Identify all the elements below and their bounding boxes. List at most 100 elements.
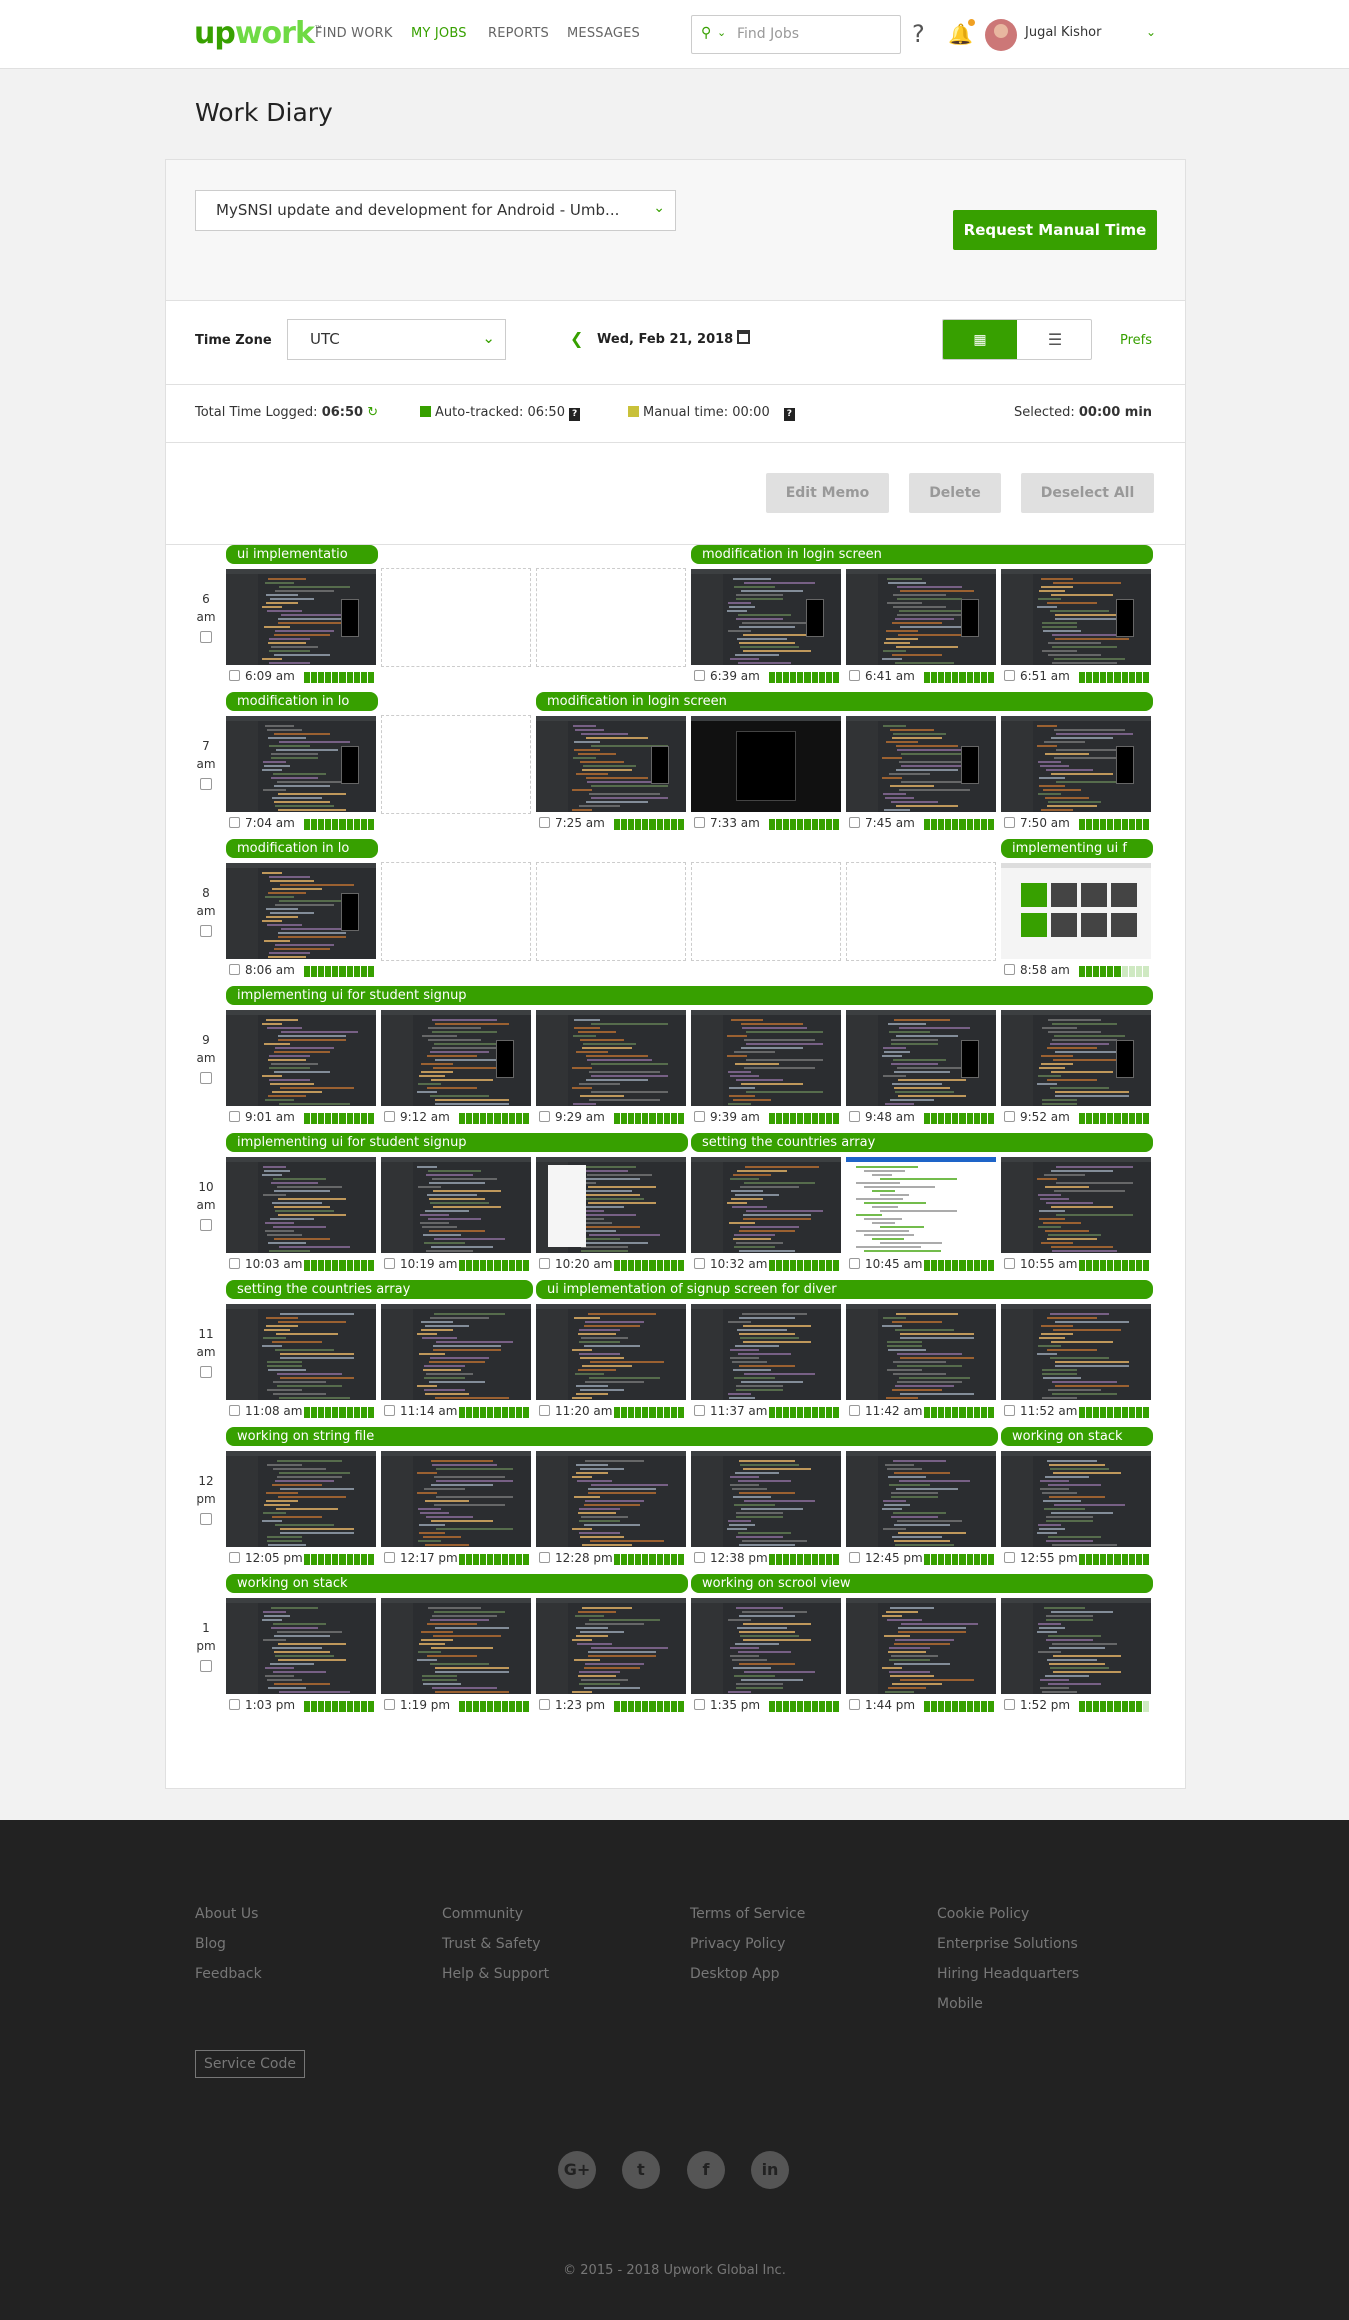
help-icon[interactable]: ?: [912, 20, 925, 48]
screenshot-checkbox[interactable]: [849, 1111, 860, 1122]
screenshot-checkbox[interactable]: [229, 1699, 240, 1710]
memo-label[interactable]: implementing ui for student signup: [226, 986, 1153, 1005]
screenshot-checkbox[interactable]: [539, 1552, 550, 1563]
screenshot-checkbox[interactable]: [849, 670, 860, 681]
memo-label[interactable]: implementing ui for student signup: [226, 1133, 688, 1152]
screenshot-thumbnail[interactable]: [846, 1010, 996, 1106]
memo-label[interactable]: modification in lo: [226, 692, 378, 711]
footer-link[interactable]: Desktop App: [690, 1966, 805, 1983]
screenshot-thumbnail[interactable]: [846, 569, 996, 665]
screenshot-thumbnail[interactable]: [846, 716, 996, 812]
memo-label[interactable]: ui implementatio: [226, 545, 378, 564]
screenshot-checkbox[interactable]: [1004, 817, 1015, 828]
deselect-all-button[interactable]: Deselect All: [1021, 473, 1154, 513]
footer-link[interactable]: Blog: [195, 1936, 262, 1953]
search-box[interactable]: ⚲ ⌄ Find Jobs: [691, 15, 901, 54]
screenshot-thumbnail[interactable]: [536, 1304, 686, 1400]
screenshot-checkbox[interactable]: [1004, 1405, 1015, 1416]
screenshot-thumbnail[interactable]: [226, 1157, 376, 1253]
screenshot-checkbox[interactable]: [229, 1552, 240, 1563]
footer-link[interactable]: Terms of Service: [690, 1906, 805, 1923]
screenshot-thumbnail[interactable]: [536, 1598, 686, 1694]
footer-link[interactable]: Feedback: [195, 1966, 262, 1983]
screenshot-checkbox[interactable]: [849, 1405, 860, 1416]
screenshot-thumbnail[interactable]: [1001, 1010, 1151, 1106]
screenshot-checkbox[interactable]: [539, 817, 550, 828]
screenshot-thumbnail[interactable]: [846, 1598, 996, 1694]
screenshot-checkbox[interactable]: [694, 670, 705, 681]
screenshot-checkbox[interactable]: [1004, 1111, 1015, 1122]
screenshot-checkbox[interactable]: [384, 1258, 395, 1269]
search-icon[interactable]: ⚲: [701, 25, 711, 41]
screenshot-thumbnail[interactable]: [691, 1598, 841, 1694]
screenshot-thumbnail[interactable]: [381, 1157, 531, 1253]
screenshot-checkbox[interactable]: [694, 817, 705, 828]
screenshot-checkbox[interactable]: [229, 817, 240, 828]
delete-button[interactable]: Delete: [909, 473, 1001, 513]
screenshot-thumbnail[interactable]: [536, 716, 686, 812]
footer-link[interactable]: Cookie Policy: [937, 1906, 1079, 1923]
footer-link[interactable]: Mobile: [937, 1996, 1079, 2013]
calendar-icon[interactable]: [737, 330, 750, 344]
screenshot-checkbox[interactable]: [229, 1405, 240, 1416]
screenshot-thumbnail[interactable]: [536, 1010, 686, 1106]
screenshot-checkbox[interactable]: [384, 1699, 395, 1710]
screenshot-checkbox[interactable]: [849, 1258, 860, 1269]
search-input[interactable]: Find Jobs: [737, 26, 799, 42]
footer-link[interactable]: Hiring Headquarters: [937, 1966, 1079, 1983]
screenshot-checkbox[interactable]: [384, 1552, 395, 1563]
nav-find-work[interactable]: FIND WORK: [315, 26, 393, 41]
screenshot-checkbox[interactable]: [1004, 964, 1015, 975]
user-menu-chevron-icon[interactable]: ⌄: [1146, 25, 1156, 39]
user-name[interactable]: Jugal Kishor: [1025, 25, 1101, 40]
footer-link[interactable]: Community: [442, 1906, 549, 1923]
screenshot-checkbox[interactable]: [539, 1405, 550, 1416]
screenshot-checkbox[interactable]: [229, 964, 240, 975]
memo-label[interactable]: working on string file: [226, 1427, 998, 1446]
memo-label[interactable]: modification in lo: [226, 839, 378, 858]
help-icon[interactable]: ?: [569, 408, 581, 421]
screenshot-checkbox[interactable]: [384, 1405, 395, 1416]
list-view-icon[interactable]: ☰: [1017, 320, 1091, 359]
screenshot-checkbox[interactable]: [539, 1258, 550, 1269]
screenshot-thumbnail[interactable]: [381, 1598, 531, 1694]
screenshot-thumbnail[interactable]: [1001, 716, 1151, 812]
screenshot-thumbnail[interactable]: [226, 716, 376, 812]
upwork-logo[interactable]: upwork™: [194, 16, 323, 51]
screenshot-thumbnail[interactable]: [381, 1010, 531, 1106]
footer-link[interactable]: Privacy Policy: [690, 1936, 805, 1953]
screenshot-thumbnail[interactable]: [1001, 569, 1151, 665]
screenshot-checkbox[interactable]: [694, 1258, 705, 1269]
screenshot-thumbnail[interactable]: [691, 1451, 841, 1547]
screenshot-thumbnail[interactable]: [846, 1157, 996, 1253]
screenshot-checkbox[interactable]: [229, 1111, 240, 1122]
screenshot-thumbnail[interactable]: [226, 863, 376, 959]
facebook-icon[interactable]: f: [687, 2151, 725, 2189]
memo-label[interactable]: modification in login screen: [691, 545, 1153, 564]
grid-view-icon[interactable]: ▦: [943, 320, 1017, 359]
screenshot-thumbnail[interactable]: [1001, 1304, 1151, 1400]
screenshot-thumbnail[interactable]: [1001, 1451, 1151, 1547]
memo-label[interactable]: working on stack: [1001, 1427, 1153, 1446]
screenshot-thumbnail[interactable]: [846, 1304, 996, 1400]
timezone-select[interactable]: UTC ⌄: [287, 319, 506, 360]
hour-checkbox[interactable]: [200, 925, 212, 937]
memo-label[interactable]: ui implementation of signup screen for d…: [536, 1280, 1153, 1299]
screenshot-checkbox[interactable]: [694, 1699, 705, 1710]
request-manual-time-button[interactable]: Request Manual Time: [953, 210, 1157, 250]
screenshot-thumbnail[interactable]: [226, 1010, 376, 1106]
hour-checkbox[interactable]: [200, 778, 212, 790]
hour-checkbox[interactable]: [200, 1366, 212, 1378]
screenshot-thumbnail[interactable]: [381, 1451, 531, 1547]
screenshot-thumbnail[interactable]: [536, 1157, 686, 1253]
memo-label[interactable]: working on scrool view: [691, 1574, 1153, 1593]
avatar[interactable]: [985, 19, 1017, 51]
help-icon[interactable]: ?: [783, 408, 795, 421]
hour-checkbox[interactable]: [200, 1072, 212, 1084]
service-code-button[interactable]: Service Code: [195, 2050, 305, 2078]
screenshot-checkbox[interactable]: [694, 1405, 705, 1416]
linkedin-icon[interactable]: in: [751, 2151, 789, 2189]
screenshot-thumbnail[interactable]: [691, 716, 841, 812]
prev-day-chevron-icon[interactable]: ❮: [570, 329, 583, 348]
screenshot-thumbnail[interactable]: [226, 1304, 376, 1400]
